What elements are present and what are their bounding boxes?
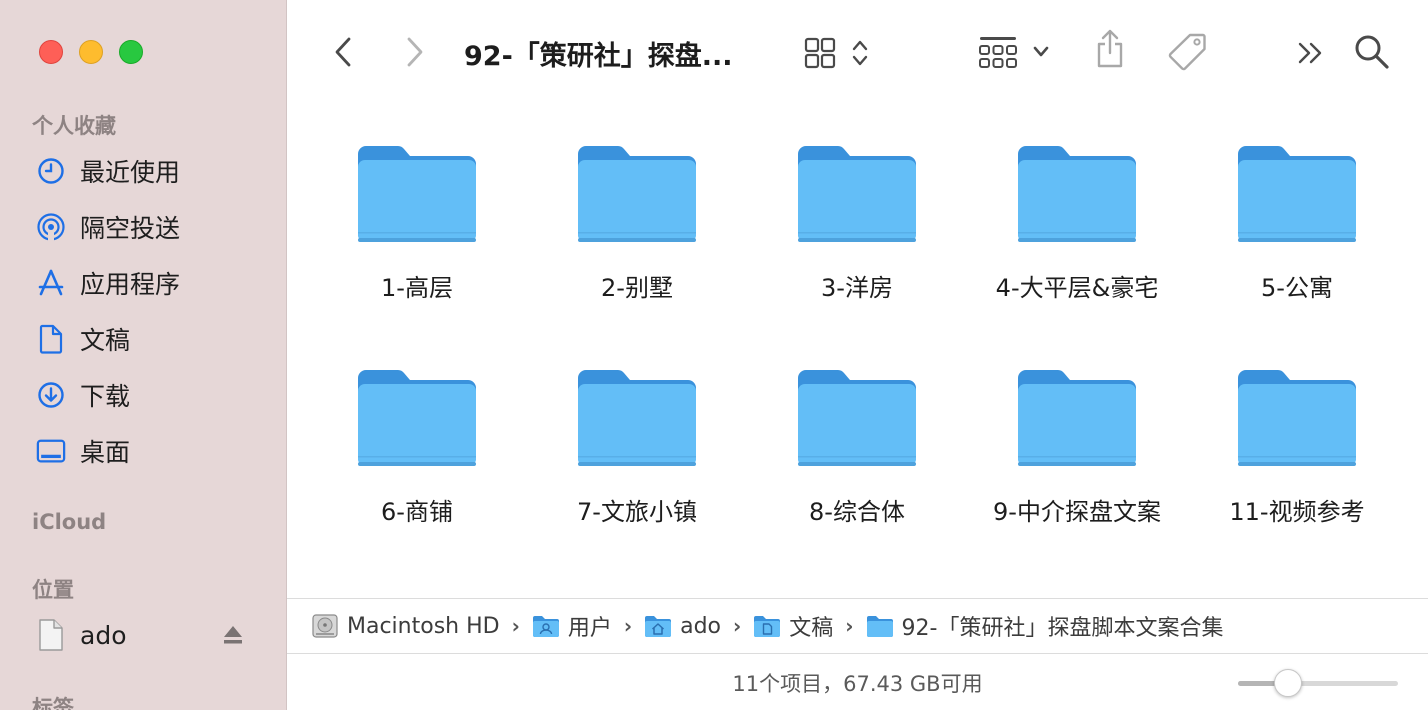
desktop-icon: [36, 436, 66, 466]
path-crumb-label: ado: [680, 613, 722, 639]
documents-folder-icon: [753, 614, 781, 638]
folder-item[interactable]: 7-文旅小镇: [527, 364, 747, 527]
window-controls: [39, 40, 143, 64]
folder-icon: [576, 364, 698, 468]
tag-icon[interactable]: [1167, 30, 1209, 72]
minimize-window-button[interactable]: [79, 40, 103, 64]
path-crumb-label: 92-「策研社」探盘脚本文案合集: [901, 616, 1224, 641]
disk-icon: [311, 612, 339, 640]
folder-icon: [356, 364, 478, 468]
path-crumb-current-folder[interactable]: 92-「策研社」探盘脚本文案合集: [866, 610, 1224, 642]
close-window-button[interactable]: [39, 40, 63, 64]
folder-item[interactable]: 9-中介探盘文案: [967, 364, 1187, 527]
folder-icon: [356, 140, 478, 244]
folder-name: 9-中介探盘文案: [993, 498, 1161, 526]
status-bar: 11个项目，67.43 GB可用: [287, 655, 1428, 710]
tags-section-title: 标签: [32, 696, 74, 710]
folder-name: 3-洋房: [821, 274, 893, 302]
main-content: 92-「策研社」探盘... 1-高层 2-别墅 3-洋房 4-大平层&豪宅 5-…: [287, 0, 1428, 710]
share-icon[interactable]: [1093, 28, 1127, 70]
more-chevrons-icon[interactable]: [1295, 36, 1325, 70]
sidebar-item-label: 下载: [80, 382, 131, 411]
forward-button[interactable]: [399, 34, 431, 70]
search-icon[interactable]: [1353, 32, 1391, 72]
group-icon[interactable]: [977, 32, 1019, 72]
sidebar-item-label: 应用程序: [80, 270, 181, 299]
path-crumb-macintosh-hd[interactable]: Macintosh HD: [311, 612, 500, 640]
sidebar-item-label: 文稿: [80, 326, 131, 355]
sidebar-item-desktop[interactable]: 桌面: [36, 431, 130, 471]
folder-item[interactable]: 6-商铺: [307, 364, 527, 527]
file-icon: [36, 619, 66, 651]
sidebar-item-applications[interactable]: 应用程序: [36, 263, 180, 303]
folder-name: 5-公寓: [1261, 274, 1333, 302]
sidebar: 个人收藏 最近使用 隔空投送 应用程序 文稿 下载 桌面 iCloud 位置 a…: [0, 0, 287, 710]
document-icon: [36, 324, 66, 354]
back-button[interactable]: [327, 34, 359, 70]
locations-section-title: 位置: [32, 578, 74, 602]
folder-name: 7-文旅小镇: [577, 498, 697, 526]
folder-name: 2-别墅: [601, 274, 673, 302]
folder-icon: [796, 140, 918, 244]
sidebar-item-label: ado: [80, 620, 127, 650]
sidebar-item-downloads[interactable]: 下载: [36, 375, 130, 415]
path-crumb-label: Macintosh HD: [347, 613, 500, 639]
sidebar-item-ado[interactable]: ado: [36, 615, 126, 655]
sidebar-item-label: 隔空投送: [80, 214, 181, 243]
path-crumb-label: 文稿: [789, 616, 834, 641]
folder-item[interactable]: 4-大平层&豪宅: [967, 140, 1187, 303]
folder-item[interactable]: 8-综合体: [747, 364, 967, 527]
folder-item[interactable]: 5-公寓: [1187, 140, 1407, 303]
grid-view-icon[interactable]: [803, 36, 837, 70]
icloud-section-title: iCloud: [32, 510, 107, 534]
folder-icon: [866, 614, 894, 638]
folder-name: 11-视频参考: [1229, 498, 1365, 526]
path-crumb-ado[interactable]: ado: [644, 614, 721, 639]
sidebar-item-documents[interactable]: 文稿: [36, 319, 130, 359]
folder-name: 6-商铺: [381, 498, 453, 526]
folder-name: 1-高层: [381, 274, 453, 302]
folder-icon: [1016, 140, 1138, 244]
status-text: 11个项目，67.43 GB可用: [732, 671, 983, 696]
sidebar-item-recents[interactable]: 最近使用: [36, 151, 180, 191]
slider-knob[interactable]: [1273, 669, 1302, 697]
folder-icon: [1236, 140, 1358, 244]
sidebar-item-label: 最近使用: [80, 158, 181, 187]
sidebar-item-label: 桌面: [80, 438, 131, 467]
home-folder-icon: [644, 614, 672, 638]
chevron-updown-icon[interactable]: [849, 36, 871, 70]
clock-icon: [36, 156, 66, 186]
airdrop-icon: [36, 212, 66, 242]
folder-item[interactable]: 3-洋房: [747, 140, 967, 303]
eject-icon[interactable]: [220, 622, 246, 648]
path-separator: ›: [733, 614, 742, 638]
window-title: 92-「策研社」探盘...: [464, 41, 733, 72]
path-separator: ›: [845, 614, 854, 638]
path-crumb-documents[interactable]: 文稿: [753, 610, 833, 642]
path-crumb-users[interactable]: 用户: [532, 610, 612, 642]
chevron-down-icon[interactable]: [1031, 40, 1051, 64]
finder-window: 个人收藏 最近使用 隔空投送 应用程序 文稿 下载 桌面 iCloud 位置 a…: [0, 0, 1428, 710]
path-bar: Macintosh HD › 用户 › ado › 文稿 › 92-「策研社」探…: [287, 598, 1428, 654]
users-folder-icon: [532, 614, 560, 638]
favorites-section-title: 个人收藏: [32, 114, 116, 138]
folder-item[interactable]: 11-视频参考: [1187, 364, 1407, 527]
folder-name: 8-综合体: [809, 498, 905, 526]
folder-item[interactable]: 2-别墅: [527, 140, 747, 303]
folder-icon: [796, 364, 918, 468]
path-crumb-label: 用户: [567, 616, 612, 641]
folder-item[interactable]: 1-高层: [307, 140, 527, 303]
folder-name: 4-大平层&豪宅: [995, 274, 1159, 302]
applications-icon: [36, 268, 66, 298]
download-icon: [36, 380, 66, 410]
zoom-window-button[interactable]: [119, 40, 143, 64]
sidebar-item-airdrop[interactable]: 隔空投送: [36, 207, 180, 247]
path-separator: ›: [623, 614, 633, 638]
folder-icon: [576, 140, 698, 244]
icon-size-slider[interactable]: [1238, 669, 1398, 697]
folder-icon: [1236, 364, 1358, 468]
folder-icon: [1016, 364, 1138, 468]
path-separator: ›: [511, 614, 520, 638]
toolbar: 92-「策研社」探盘...: [287, 0, 1428, 104]
